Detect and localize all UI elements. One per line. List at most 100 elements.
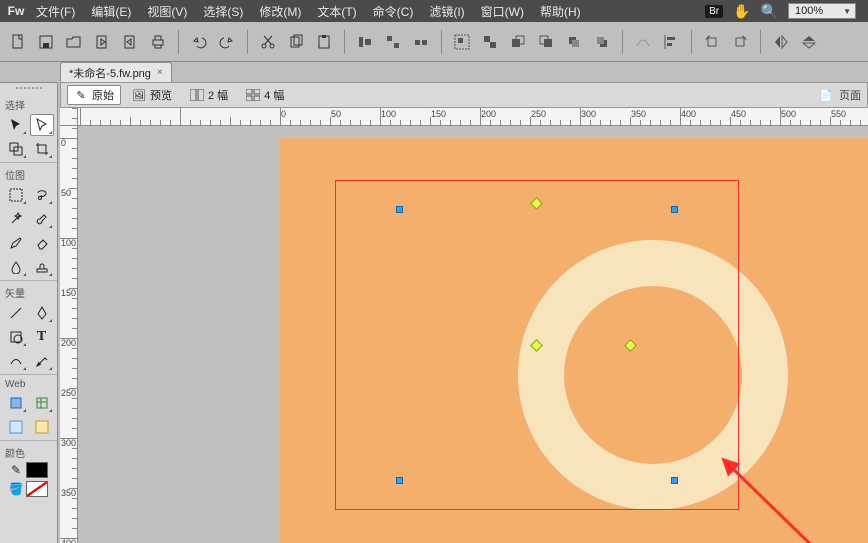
marquee-tool[interactable] (4, 184, 28, 206)
stamp-tool[interactable] (30, 256, 54, 278)
view-original-button[interactable]: ✎ 原始 (67, 85, 121, 105)
resize-handle[interactable] (396, 477, 403, 484)
text-tool[interactable]: T (30, 326, 54, 348)
menu-view[interactable]: 视图(V) (139, 0, 195, 22)
path-edit-button[interactable] (633, 32, 653, 52)
separator (344, 30, 345, 54)
pencil-tool[interactable] (4, 232, 28, 254)
search-icon[interactable]: 🔍 (761, 3, 778, 20)
pages-label[interactable]: 页面 (839, 87, 861, 103)
view-2up-label: 2 幅 (208, 87, 228, 103)
menu-modify[interactable]: 修改(M) (251, 0, 309, 22)
hotspot-tool[interactable] (4, 392, 28, 414)
open-button[interactable] (64, 32, 84, 52)
view-4up-button[interactable]: 4 幅 (239, 85, 291, 105)
center-handle[interactable] (530, 339, 543, 352)
scale-tool[interactable] (4, 138, 28, 160)
save-button[interactable] (36, 32, 56, 52)
fill-swatch[interactable] (26, 481, 48, 497)
menu-edit[interactable]: 编辑(E) (83, 0, 139, 22)
radius-handle[interactable] (624, 339, 637, 352)
ungroup-button[interactable] (480, 32, 500, 52)
view-4up-label: 4 幅 (264, 87, 284, 103)
rotate-cw-button[interactable] (730, 32, 750, 52)
bridge-badge[interactable]: Br (705, 5, 723, 18)
menu-window[interactable]: 窗口(W) (473, 0, 532, 22)
menu-commands[interactable]: 命令(C) (365, 0, 422, 22)
new-file-button[interactable] (8, 32, 28, 52)
copy-button[interactable] (286, 32, 306, 52)
subselect-tool[interactable] (30, 114, 54, 136)
resize-handle[interactable] (671, 206, 678, 213)
menu-help[interactable]: 帮助(H) (532, 0, 589, 22)
ruler-horizontal[interactable]: 050100150200250300350400450500550600650 (78, 108, 868, 126)
lasso-tool[interactable] (30, 184, 54, 206)
menu-filters[interactable]: 滤镜(I) (421, 0, 472, 22)
pen-tool[interactable] (30, 302, 54, 324)
undo-button[interactable] (189, 32, 209, 52)
shape-tool[interactable] (4, 326, 28, 348)
import-button[interactable] (92, 32, 112, 52)
tools-panel: 选择 位图 矢量 T W (0, 82, 58, 543)
menu-file[interactable]: 文件(F) (28, 0, 83, 22)
page-icon: 📄 (819, 89, 833, 102)
align-button-3[interactable] (411, 32, 431, 52)
show-slices-button[interactable] (4, 416, 28, 438)
eraser-tool[interactable] (30, 232, 54, 254)
flip-vertical-button[interactable] (799, 32, 819, 52)
cut-button[interactable] (258, 32, 278, 52)
hide-slices-button[interactable] (30, 416, 54, 438)
rotate-ccw-button[interactable] (702, 32, 722, 52)
separator (441, 30, 442, 54)
menu-select[interactable]: 选择(S) (195, 0, 251, 22)
document-tab[interactable]: *未命名-5.fw.png × (60, 62, 172, 82)
tab-close-icon[interactable]: × (157, 67, 163, 78)
stroke-pencil-icon: ✎ (9, 463, 23, 477)
print-button[interactable] (148, 32, 168, 52)
panel-handle[interactable] (0, 83, 57, 93)
two-up-icon (190, 88, 204, 102)
wand-tool[interactable] (4, 208, 28, 230)
tab-title: *未命名-5.fw.png (69, 65, 151, 81)
section-colors-title: 颜色 (3, 443, 54, 462)
arrange-front-button[interactable] (508, 32, 528, 52)
menu-text[interactable]: 文本(T) (309, 0, 364, 22)
align-left-button[interactable] (661, 32, 681, 52)
view-original-label: 原始 (92, 87, 114, 103)
section-web-title: Web (3, 377, 54, 392)
fill-bucket-icon: 🪣 (9, 482, 23, 496)
section-vector-title: 矢量 (3, 283, 54, 302)
ruler-vertical[interactable]: 050100150200250300350400 (60, 126, 78, 543)
stroke-swatch[interactable] (26, 462, 48, 478)
menubar: Fw 文件(F) 编辑(E) 视图(V) 选择(S) 修改(M) 文本(T) 命… (0, 0, 868, 22)
paste-button[interactable] (314, 32, 334, 52)
zoom-combo[interactable]: 100% ▼ (788, 3, 856, 19)
flip-horizontal-button[interactable] (771, 32, 791, 52)
crop-tool[interactable] (30, 138, 54, 160)
blur-tool[interactable] (4, 256, 28, 278)
resize-handle[interactable] (671, 477, 678, 484)
line-tool[interactable] (4, 302, 28, 324)
align-button-2[interactable] (383, 32, 403, 52)
export-button[interactable] (120, 32, 140, 52)
arrange-step-back-button[interactable] (592, 32, 612, 52)
freeform-tool[interactable] (4, 350, 28, 372)
view-preview-button[interactable]: 🖼 预览 (125, 85, 179, 105)
knife-tool[interactable] (30, 350, 54, 372)
view-2up-button[interactable]: 2 幅 (183, 85, 235, 105)
hand-icon[interactable]: ✋ (733, 3, 750, 20)
align-button-1[interactable] (355, 32, 375, 52)
arrange-back-button[interactable] (536, 32, 556, 52)
preview-bar: ✎ 原始 🖼 预览 2 幅 4 幅 📄 页面 (60, 82, 868, 108)
rotate-handle[interactable] (530, 197, 543, 210)
slice-tool[interactable] (30, 392, 54, 414)
group-button[interactable] (452, 32, 472, 52)
ruler-origin[interactable] (60, 108, 78, 126)
main-toolbar (0, 22, 868, 62)
brush-tool[interactable] (30, 208, 54, 230)
arrange-step-front-button[interactable] (564, 32, 584, 52)
pointer-tool[interactable] (4, 114, 28, 136)
redo-button[interactable] (217, 32, 237, 52)
resize-handle[interactable] (396, 206, 403, 213)
selection-box[interactable] (335, 180, 739, 510)
